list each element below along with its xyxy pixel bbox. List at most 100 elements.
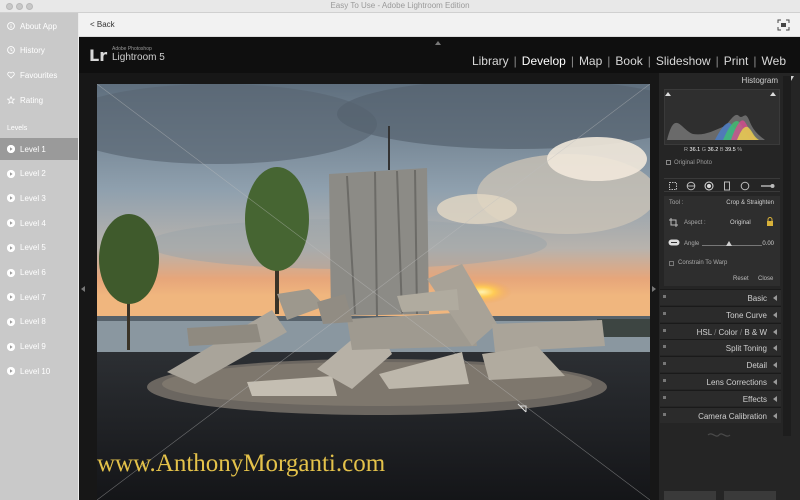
expand-arrow-icon[interactable] (773, 412, 777, 419)
panel-scrollbar[interactable] (783, 76, 791, 436)
angle-slider[interactable] (702, 245, 762, 246)
original-photo-label: Original Photo (674, 160, 713, 167)
title-bar: Easy To Use - Adobe Lightroom Edition (0, 0, 800, 13)
sidebar-item-level-2[interactable]: Level 2 (0, 163, 78, 185)
crop-straighten-panel: Tool : Crop & Straighten Aspect : Origin… (664, 196, 780, 286)
sidebar-item-level-6[interactable]: Level 6 (0, 262, 78, 284)
sidebar-item-level-7[interactable]: Level 7 (0, 286, 78, 308)
sidebar-item-level-5[interactable]: Level 5 (0, 237, 78, 259)
red-eye-icon[interactable] (704, 181, 714, 191)
sidebar-item-level-3[interactable]: Level 3 (0, 187, 78, 209)
expand-arrow-icon[interactable] (773, 379, 777, 385)
play-icon (7, 219, 15, 228)
expand-arrow-icon[interactable] (773, 362, 777, 369)
g-label: G (701, 147, 707, 153)
module-develop[interactable]: Develop (517, 54, 571, 68)
photo-crop-area[interactable] (97, 84, 650, 500)
original-photo-checkbox[interactable] (666, 160, 671, 165)
expand-arrow-icon[interactable] (773, 328, 777, 335)
section-title-text: Split Toning (725, 344, 767, 354)
section-title: Basic (747, 294, 767, 303)
close-button[interactable]: Close (758, 276, 773, 282)
section-toggle-icon[interactable] (663, 379, 666, 382)
b-label: B (719, 147, 724, 153)
sidebar-item-label: Rating (20, 95, 44, 105)
sidebar-item-level-9[interactable]: Level 9 (0, 336, 78, 358)
reset-button[interactable]: Reset (733, 276, 749, 282)
crop-tool-icon[interactable] (668, 181, 678, 191)
back-button[interactable]: < Back (90, 20, 115, 29)
expand-arrow-icon[interactable] (773, 395, 777, 402)
adjustment-brush-icon[interactable] (760, 181, 776, 191)
section-toggle-icon[interactable] (663, 395, 666, 399)
fullscreen-icon[interactable] (777, 18, 790, 31)
play-icon (7, 367, 15, 376)
section-title-sep1: / (711, 327, 719, 337)
sidebar-item-level-1[interactable]: Level 1 (0, 138, 78, 160)
panel-section-camera-calibration[interactable]: Camera Calibration (660, 406, 781, 423)
panel-section-effects[interactable]: Effects (660, 389, 781, 406)
section-title-text: Camera Calibration (698, 411, 767, 421)
panel-section-basic[interactable]: Basic (660, 289, 781, 305)
lock-icon[interactable] (766, 217, 774, 227)
lightroom-header: Lr Adobe Photoshop Lightroom 5 Library | D… (79, 37, 800, 73)
section-toggle-icon[interactable] (663, 295, 666, 298)
angle-label: Angle (684, 241, 700, 247)
section-toggle-icon[interactable] (663, 328, 666, 332)
section-toggle-icon[interactable] (663, 311, 666, 315)
rgb-unit: % (737, 147, 743, 153)
angle-slider-knob[interactable] (726, 241, 732, 246)
expand-arrow-icon[interactable] (773, 295, 777, 301)
sidebar-item-label: About App (20, 21, 57, 31)
reset-all-button[interactable] (724, 491, 776, 500)
original-photo-toggle[interactable]: Original Photo (666, 160, 712, 166)
section-title-label3: B & W (744, 327, 767, 337)
section-toggle-icon[interactable] (663, 412, 666, 416)
module-map[interactable]: Map (574, 54, 607, 68)
aspect-value[interactable]: Original (730, 220, 751, 226)
crop-frame-icon[interactable] (669, 218, 678, 227)
sidebar-item-rating[interactable]: Rating (0, 89, 78, 111)
star-icon (7, 96, 15, 104)
right-panel-toggle-icon[interactable] (652, 286, 656, 292)
section-title-text: Detail (746, 361, 767, 371)
panel-section-lens-corrections[interactable]: Lens Corrections (660, 373, 781, 389)
tool-label: Tool : (669, 200, 684, 206)
panel-section-hsl[interactable]: HSL / Color / B & W (660, 322, 781, 339)
g-value: 36.2 (707, 147, 719, 153)
module-web[interactable]: Web (757, 54, 791, 68)
module-book[interactable]: Book (610, 54, 647, 68)
module-print[interactable]: Print (719, 54, 754, 68)
straighten-tool-icon[interactable] (668, 239, 680, 246)
radial-filter-icon[interactable] (740, 181, 750, 191)
module-slideshow[interactable]: Slideshow (651, 54, 716, 68)
sidebar-item-favourites[interactable]: Favourites (0, 64, 78, 86)
panel-section-detail[interactable]: Detail (660, 356, 781, 373)
sidebar-item-level-10[interactable]: Level 10 (0, 360, 78, 382)
section-toggle-icon[interactable] (663, 345, 666, 349)
levels-section-label: Levels (7, 125, 28, 132)
histogram-title[interactable]: Histogram (742, 76, 778, 85)
rgb-readout: R 36.1 G 36.2 B 39.5 % (684, 147, 742, 153)
sidebar-item-level-4[interactable]: Level 4 (0, 212, 78, 234)
constrain-warp-checkbox[interactable] (669, 261, 674, 266)
section-toggle-icon[interactable] (663, 362, 666, 366)
graduated-filter-icon[interactable] (722, 181, 732, 191)
heart-icon (7, 71, 15, 79)
module-library[interactable]: Library (467, 54, 514, 68)
expand-arrow-icon[interactable] (773, 345, 777, 352)
panel-section-split-toning[interactable]: Split Toning (660, 339, 781, 356)
play-icon (7, 317, 15, 326)
expand-arrow-icon[interactable] (773, 311, 777, 318)
panel-section-tone-curve[interactable]: Tone Curve (660, 305, 781, 322)
sidebar-item-about-app[interactable]: About App (0, 15, 78, 37)
sidebar-item-level-8[interactable]: Level 8 (0, 311, 78, 333)
sidebar-item-history[interactable]: History (0, 39, 78, 61)
left-panel-toggle-icon[interactable] (81, 286, 85, 292)
previous-button[interactable] (664, 491, 716, 500)
top-panel-toggle-icon[interactable] (435, 41, 441, 45)
section-title: Effects (743, 395, 767, 404)
sidebar-item-label: Level 5 (20, 243, 46, 253)
tool-value: Crop & Straighten (726, 200, 774, 206)
spot-removal-icon[interactable] (686, 181, 696, 191)
